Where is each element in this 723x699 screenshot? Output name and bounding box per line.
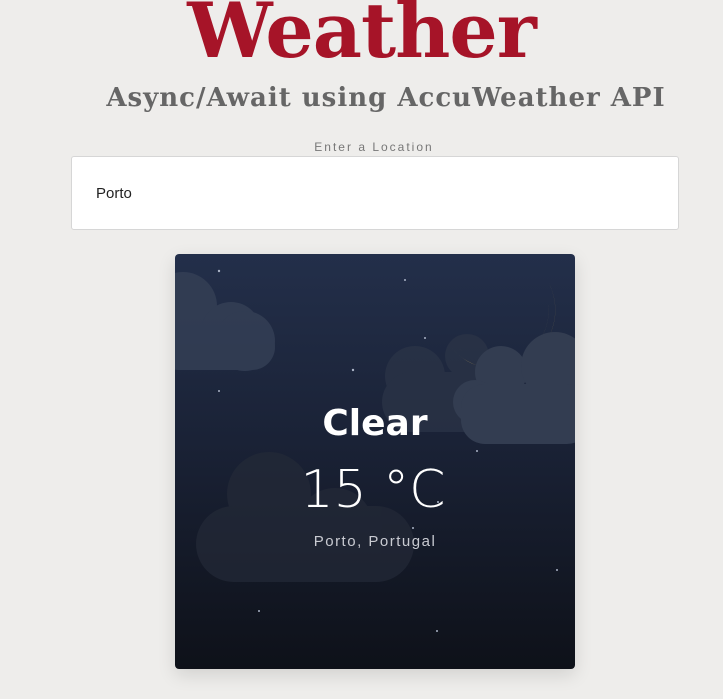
temperature-value: 15 °C bbox=[300, 460, 446, 520]
weather-card: Clear 15 °C Porto, Portugal bbox=[175, 254, 575, 669]
page-title: Weather bbox=[187, 0, 537, 75]
page-subtitle: Async/Await using AccuWeather API bbox=[106, 83, 666, 113]
location-input[interactable] bbox=[71, 156, 679, 230]
cloud-top-left bbox=[175, 272, 275, 371]
location-label: Enter a Location bbox=[314, 140, 434, 154]
location-name: Porto, Portugal bbox=[313, 533, 437, 550]
weather-condition: Clear bbox=[322, 403, 428, 444]
